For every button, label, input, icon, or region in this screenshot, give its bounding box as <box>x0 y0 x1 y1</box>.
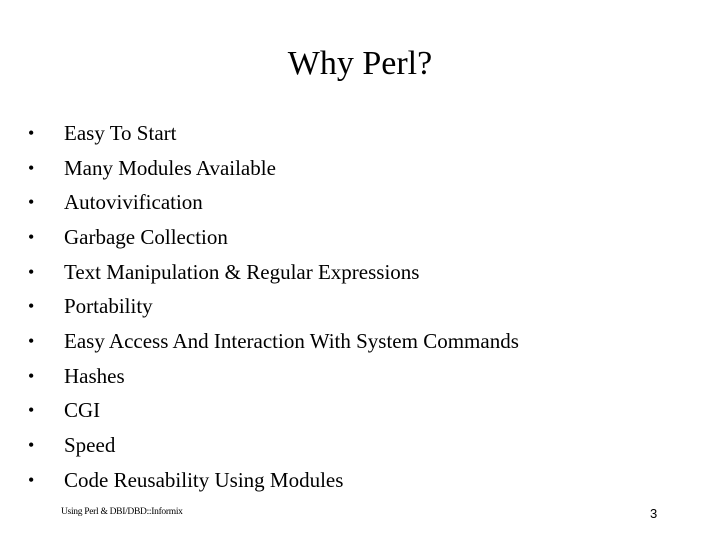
bullet-icon: • <box>28 435 35 456</box>
list-item: • Easy To Start <box>24 116 519 151</box>
bullet-text: Speed <box>64 433 116 458</box>
list-item: • Many Modules Available <box>24 151 519 186</box>
bullet-text: CGI <box>64 398 101 423</box>
bullet-text: Autovivification <box>64 190 203 215</box>
bullet-icon: • <box>28 400 35 421</box>
bullet-text: Garbage Collection <box>64 224 228 249</box>
list-item: • CGI <box>24 394 519 429</box>
bullet-icon: • <box>28 330 35 351</box>
page-number: 3 <box>650 506 658 521</box>
bullet-text: Portability <box>64 294 153 319</box>
list-item: • Easy Access And Interaction With System… <box>24 324 519 359</box>
bullet-icon: • <box>28 261 35 282</box>
bullet-icon: • <box>28 157 35 178</box>
list-item: • Portability <box>24 289 519 324</box>
bullet-text: Code Reusability Using Modules <box>64 467 344 492</box>
bullet-text: Easy Access And Interaction With System … <box>64 328 519 353</box>
list-item: • Autovivification <box>24 185 519 220</box>
bullet-text: Easy To Start <box>64 120 177 145</box>
bullet-text: Text Manipulation & Regular Expressions <box>64 259 420 284</box>
slide-title: Why Perl? <box>287 45 433 82</box>
list-item: • Speed <box>24 428 519 463</box>
list-item: • Code Reusability Using Modules <box>24 463 519 498</box>
bullet-icon: • <box>28 226 35 247</box>
bullet-icon: • <box>28 296 35 317</box>
slide-footer: Using Perl & DBI/DBD::Informix <box>61 507 183 517</box>
bullet-icon: • <box>28 469 35 490</box>
bullet-text: Hashes <box>64 363 125 388</box>
list-item: • Hashes <box>24 359 519 394</box>
bullet-icon: • <box>28 192 35 213</box>
bullet-text: Many Modules Available <box>64 155 276 180</box>
list-item: • Garbage Collection <box>24 220 519 255</box>
bullet-list: • Easy To Start • Many Modules Available •… <box>24 116 519 498</box>
bullet-icon: • <box>28 365 35 386</box>
list-item: • Text Manipulation & Regular Expressions <box>24 255 519 290</box>
bullet-icon: • <box>28 122 35 143</box>
